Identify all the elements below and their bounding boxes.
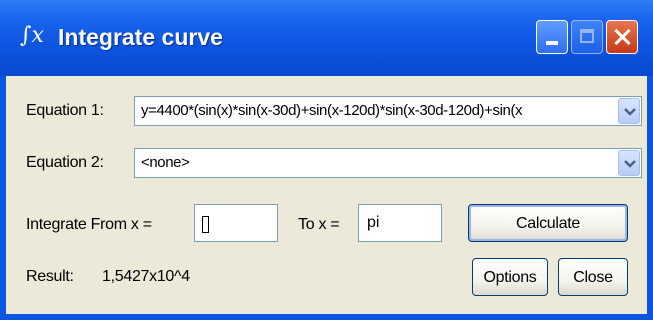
minimize-button[interactable] bbox=[536, 20, 568, 54]
to-x-input[interactable]: pi bbox=[358, 204, 442, 242]
to-x-value: pi bbox=[367, 214, 380, 231]
close-window-button[interactable] bbox=[606, 20, 638, 54]
result-value: 1,5427x10^4 bbox=[102, 268, 190, 285]
title-bar[interactable]: ∫x Integrate curve bbox=[0, 0, 653, 76]
equation2-combobox[interactable]: <none> bbox=[134, 148, 642, 178]
equation1-dropdown-button[interactable] bbox=[618, 98, 640, 124]
equation1-value: y=4400*(sin(x)*sin(x-30d)+sin(x-120d)*si… bbox=[141, 102, 523, 119]
options-button[interactable]: Options bbox=[472, 258, 548, 296]
dialog-body: Equation 1: y=4400*(sin(x)*sin(x-30d)+si… bbox=[6, 76, 647, 314]
integrate-from-label: Integrate From x = bbox=[26, 216, 152, 233]
text-cursor bbox=[202, 216, 209, 233]
chevron-down-icon bbox=[624, 108, 636, 116]
equation2-dropdown-button[interactable] bbox=[618, 150, 640, 176]
calculate-button[interactable]: Calculate bbox=[468, 204, 628, 242]
result-label: Result: bbox=[26, 268, 74, 285]
from-x-input[interactable] bbox=[194, 204, 278, 242]
equation2-value: <none> bbox=[141, 154, 190, 171]
to-x-label: To x = bbox=[298, 216, 340, 233]
equation1-label: Equation 1: bbox=[26, 102, 104, 119]
equation1-combobox[interactable]: y=4400*(sin(x)*sin(x-30d)+sin(x-120d)*si… bbox=[134, 96, 642, 126]
equation2-label: Equation 2: bbox=[26, 154, 104, 171]
maximize-button bbox=[571, 20, 603, 54]
close-button[interactable]: Close bbox=[558, 258, 628, 296]
window-title: Integrate curve bbox=[58, 24, 223, 50]
integral-icon: ∫x bbox=[20, 23, 44, 48]
integrate-curve-window: ∫x Integrate curve Equation 1: y=4400*(s… bbox=[0, 0, 653, 320]
chevron-down-icon bbox=[624, 160, 636, 168]
